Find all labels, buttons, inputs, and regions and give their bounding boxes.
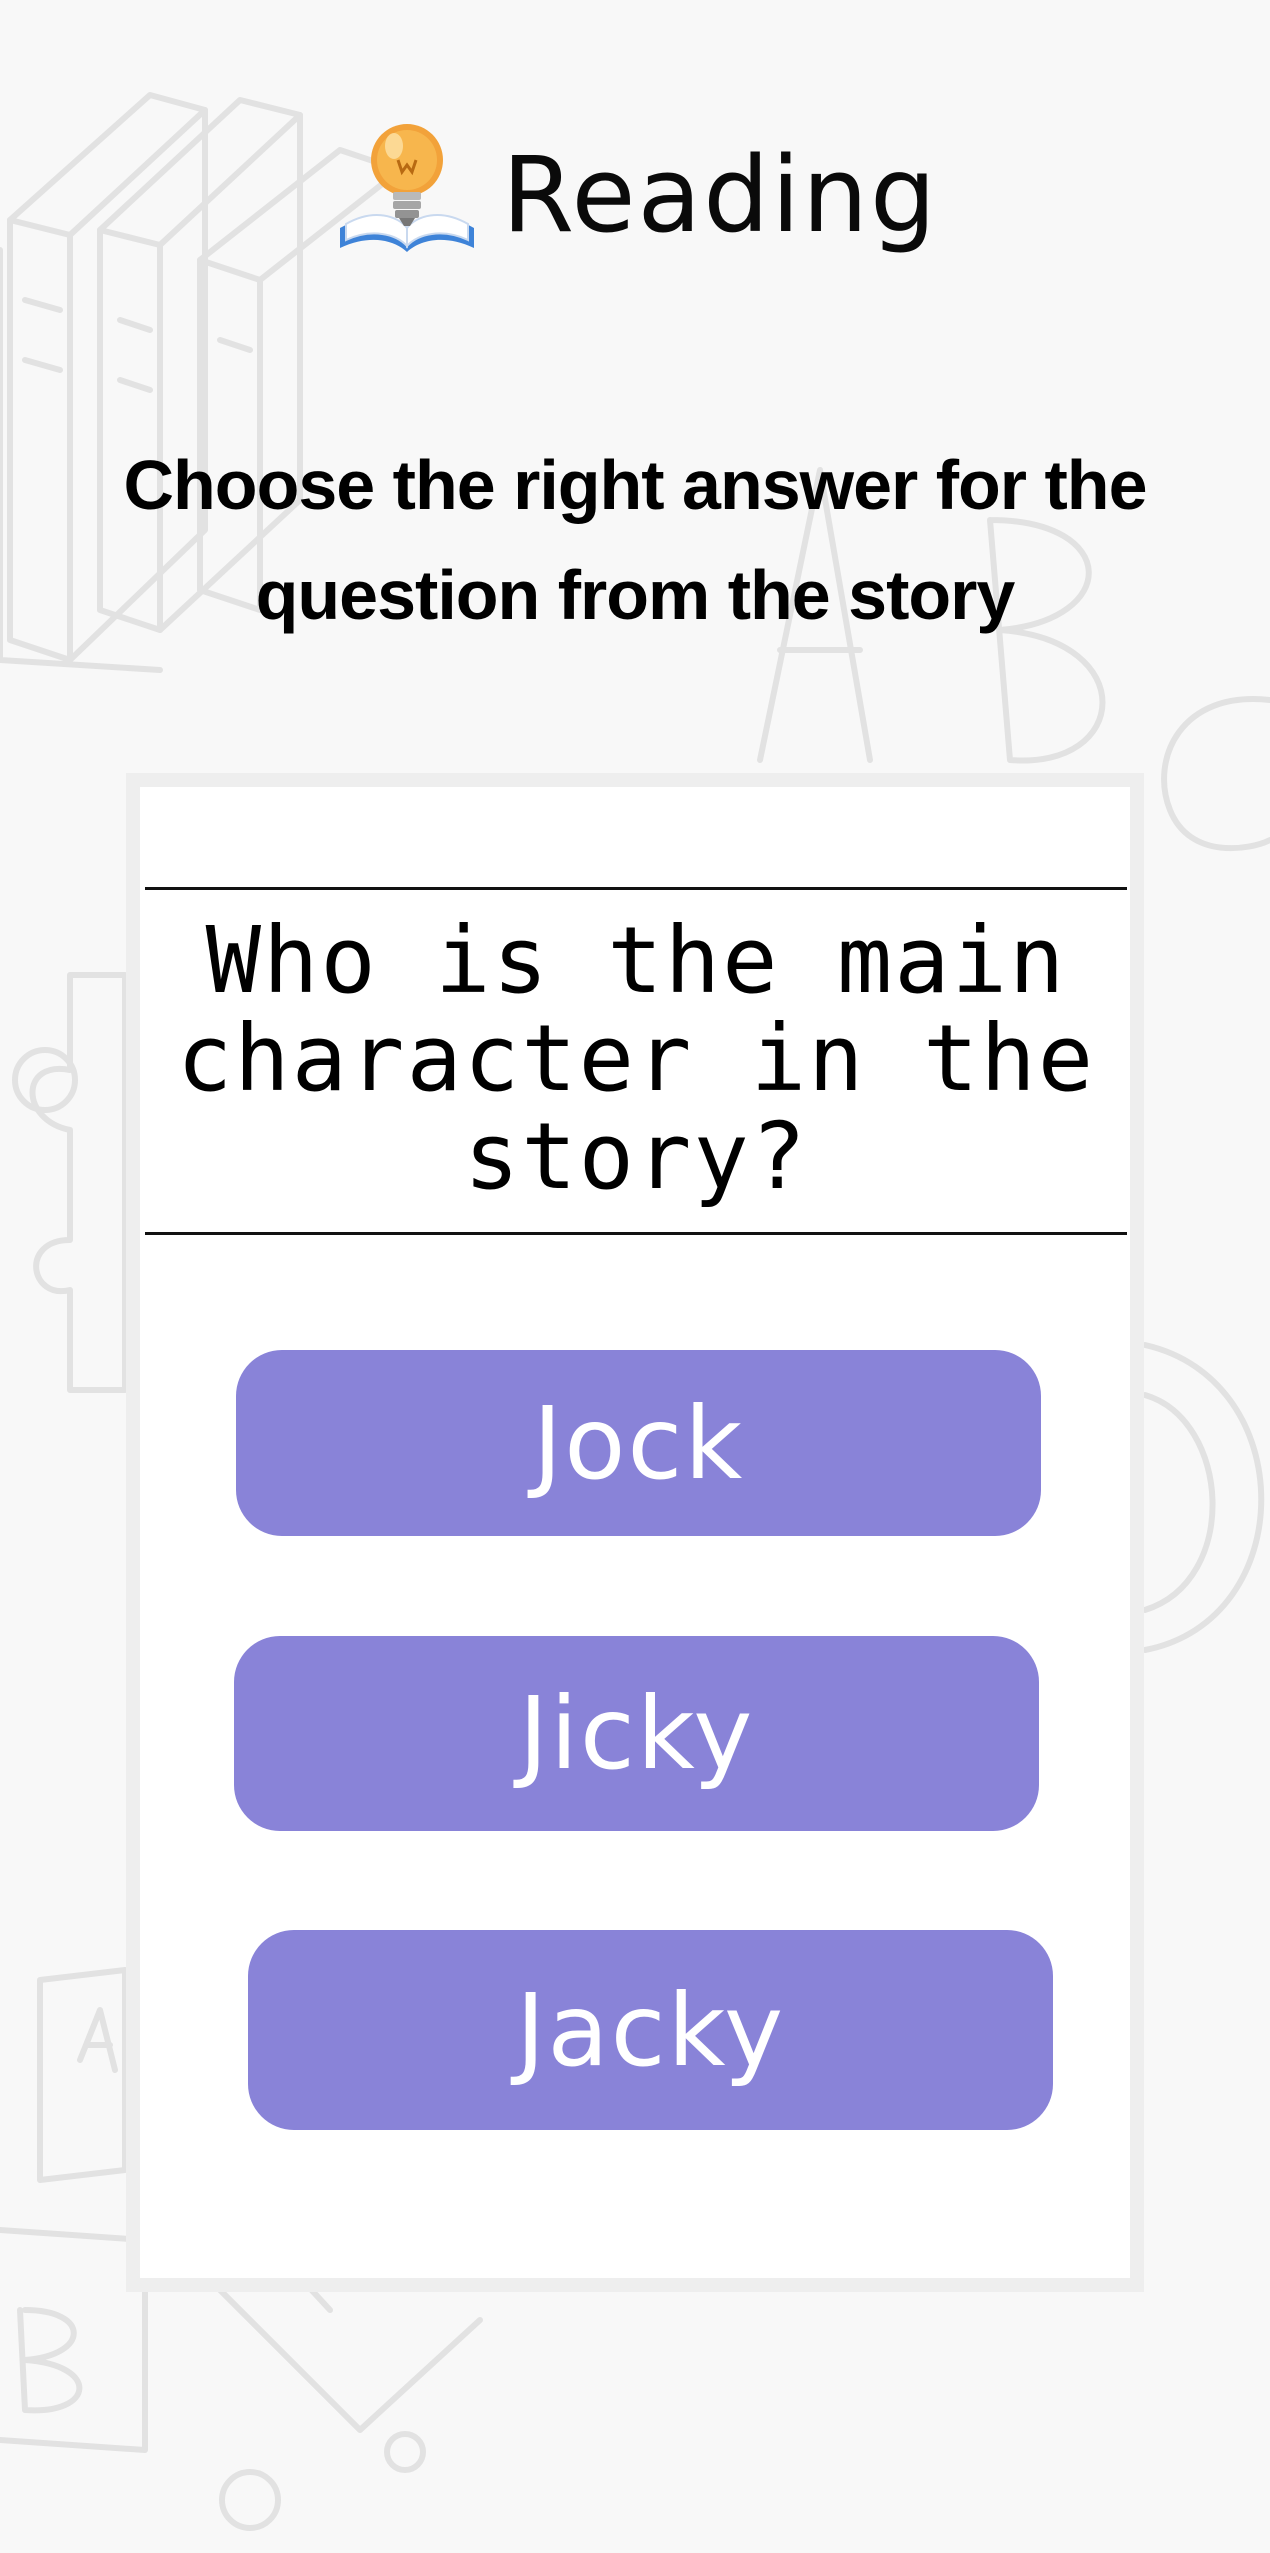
- instruction-text: Choose the right answer for the question…: [123, 446, 1148, 634]
- answer-option-jock[interactable]: Jock: [236, 1350, 1041, 1536]
- mug-doodle: [1142, 1342, 1265, 1653]
- answer-option-jacky[interactable]: Jacky: [248, 1930, 1053, 2130]
- app-title: Reading: [501, 134, 939, 256]
- header: Reading: [0, 110, 1270, 270]
- puzzle-doodle: [12, 972, 128, 1393]
- lightbulb-book-icon: [339, 124, 474, 252]
- question-divider-bottom: [145, 1232, 1127, 1235]
- question-divider-top: [145, 887, 1127, 890]
- answer-option-jicky[interactable]: Jicky: [234, 1636, 1039, 1831]
- question-text: Who is the main character in the story?: [176, 907, 1096, 1210]
